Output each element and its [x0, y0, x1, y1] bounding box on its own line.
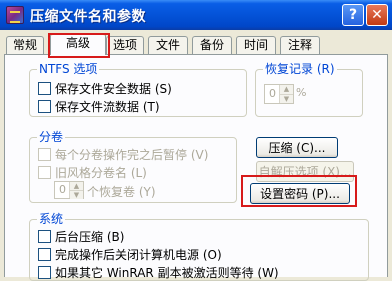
close-button[interactable]: ✕	[366, 4, 388, 26]
compress-button[interactable]: 压缩 (C)...	[256, 137, 338, 158]
save-security-label: 保存文件安全数据 (S)	[55, 81, 172, 96]
pause-after-volume-label: 每个分卷操作完之后暂停 (V)	[55, 147, 209, 162]
old-style-names-label: 旧风格分卷名 (L)	[55, 165, 147, 180]
spin-up-icon[interactable]: ▲	[280, 85, 293, 94]
old-style-names-option[interactable]: 旧风格分卷名 (L)	[38, 164, 147, 180]
save-security-option[interactable]: 保存文件安全数据 (S)	[38, 80, 172, 96]
recovery-percent-stepper[interactable]: 0 ▲ ▼	[264, 84, 294, 104]
recovery-percent-unit: %	[296, 86, 307, 99]
spin-up-icon[interactable]: ▲	[70, 182, 83, 190]
old-style-names-checkbox[interactable]	[38, 165, 51, 179]
background-compress-checkbox[interactable]	[38, 229, 51, 243]
save-streams-checkbox[interactable]	[38, 99, 51, 113]
winrar-app-icon	[6, 6, 24, 24]
background-compress-label: 后台压缩 (B)	[55, 229, 125, 244]
sfx-options-button[interactable]: 自解压选项 (X)...	[256, 161, 354, 182]
help-button[interactable]: ?	[342, 4, 364, 26]
recovery-volumes-spin-buttons[interactable]: ▲ ▼	[69, 182, 83, 199]
tab-time[interactable]: 时间	[236, 36, 276, 54]
pause-after-volume-checkbox[interactable]	[38, 147, 51, 161]
tab-advanced[interactable]: 高级	[50, 33, 106, 55]
save-streams-option[interactable]: 保存文件流数据 (T)	[38, 98, 160, 114]
save-security-checkbox[interactable]	[38, 81, 51, 95]
shutdown-after-option[interactable]: 完成操作后关闭计算机电源 (O)	[38, 246, 222, 262]
tab-strip: 常规 高级 选项 文件 备份 时间 注释	[0, 30, 392, 55]
tab-general[interactable]: 常规	[6, 36, 44, 54]
system-group: 系统 后台压缩 (B) 完成操作后关闭计算机电源 (O) 如果其它 WinRAR…	[29, 212, 369, 281]
ntfs-group-title: NTFS 选项	[37, 62, 100, 76]
recovery-percent-value: 0	[269, 87, 276, 100]
window-title: 压缩文件名和参数	[30, 9, 146, 25]
ntfs-options-group: NTFS 选项 保存文件安全数据 (S) 保存文件流数据 (T)	[29, 62, 247, 117]
save-streams-label: 保存文件流数据 (T)	[55, 99, 160, 114]
recovery-record-group: 恢复记录 (R) 0 ▲ ▼ %	[255, 62, 363, 117]
recovery-group-title: 恢复记录 (R)	[263, 62, 337, 76]
recovery-volumes-value: 0	[59, 183, 66, 196]
background-compress-option[interactable]: 后台压缩 (B)	[38, 228, 124, 244]
wait-other-copies-label: 如果其它 WinRAR 副本被激活则等待 (W)	[55, 265, 279, 280]
split-group-title: 分卷	[37, 130, 66, 144]
spin-down-icon[interactable]: ▼	[280, 93, 293, 103]
split-volumes-group: 分卷 每个分卷操作完之后暂停 (V) 旧风格分卷名 (L) 0 ▲ ▼ 个恢复卷…	[29, 130, 237, 203]
shutdown-after-label: 完成操作后关闭计算机电源 (O)	[55, 247, 222, 262]
title-bar[interactable]: 压缩文件名和参数 ? ✕	[0, 0, 392, 30]
set-password-button[interactable]: 设置密码 (P)...	[250, 183, 350, 204]
tab-panel-advanced: NTFS 选项 保存文件安全数据 (S) 保存文件流数据 (T) 恢复记录 (R…	[4, 54, 388, 281]
tab-options[interactable]: 选项	[106, 36, 144, 54]
recovery-spin-buttons[interactable]: ▲ ▼	[279, 85, 293, 103]
tab-backup[interactable]: 备份	[192, 36, 232, 54]
pause-after-volume-option[interactable]: 每个分卷操作完之后暂停 (V)	[38, 146, 208, 162]
spin-down-icon[interactable]: ▼	[70, 190, 83, 199]
tab-comment[interactable]: 注释	[280, 36, 320, 54]
tab-files[interactable]: 文件	[148, 36, 188, 54]
recovery-volumes-label: 个恢复卷 (Y)	[87, 185, 156, 199]
recovery-volumes-stepper[interactable]: 0 ▲ ▼	[54, 181, 84, 199]
wait-other-copies-option[interactable]: 如果其它 WinRAR 副本被激活则等待 (W)	[38, 264, 279, 280]
dialog-window: 压缩文件名和参数 ? ✕ 常规 高级 选项 文件 备份 时间 注释 NTFS 选…	[0, 0, 392, 281]
system-group-title: 系统	[37, 212, 66, 226]
shutdown-after-checkbox[interactable]	[38, 247, 51, 261]
